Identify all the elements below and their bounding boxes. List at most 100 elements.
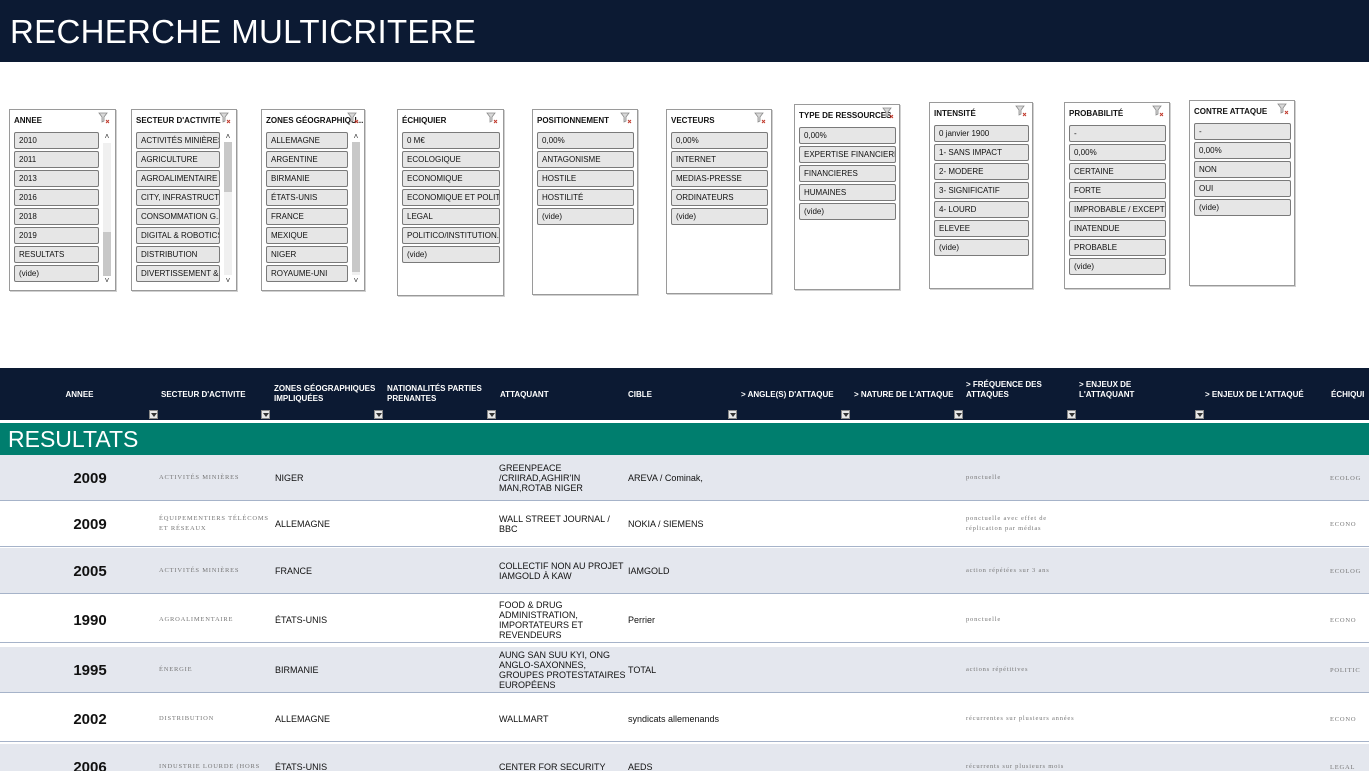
slicer-item[interactable]: 0,00% xyxy=(1194,142,1291,159)
clear-filter-icon[interactable] xyxy=(882,107,894,119)
sector-cell[interactable]: ACTIVITÉS MINIÈRES xyxy=(159,455,271,501)
nationalities-cell[interactable] xyxy=(387,548,495,594)
slicer-item[interactable]: POLITICO/INSTITUTION... xyxy=(402,227,500,244)
attacker-cell[interactable]: GREENPEACE /CRIIRAD,AGHIR'IN MAN,ROTAB N… xyxy=(499,455,627,501)
slicer-item[interactable]: ÉTATS-UNIS xyxy=(266,189,348,206)
scroll-thumb[interactable] xyxy=(352,142,360,272)
slicer-item[interactable]: (vide) xyxy=(537,208,634,225)
slicer-item[interactable]: LEGAL xyxy=(402,208,500,225)
scroll-up-icon[interactable]: ˄ xyxy=(351,132,361,142)
frequency-cell[interactable]: récurrents sur plusieurs mois xyxy=(966,744,1078,771)
slicer-item[interactable]: RESULTATS xyxy=(14,246,99,263)
slicer-item[interactable]: INATENDUE xyxy=(1069,220,1166,237)
year-cell[interactable]: 1995 xyxy=(0,647,180,693)
year-cell[interactable]: 2002 xyxy=(0,696,180,742)
echiquier-cell[interactable]: POLITIC xyxy=(1330,647,1369,693)
slicer-item[interactable]: ALLEMAGNE xyxy=(266,132,348,149)
slicer-item[interactable]: ECONOMIQUE ET POLIT... xyxy=(402,189,500,206)
sector-cell[interactable]: ACTIVITÉS MINIÈRES xyxy=(159,548,271,594)
frequency-cell[interactable]: ponctuelle xyxy=(966,597,1078,643)
attacker-cell[interactable]: WALL STREET JOURNAL / BBC xyxy=(499,501,627,547)
clear-filter-icon[interactable] xyxy=(486,112,498,124)
clear-filter-icon[interactable] xyxy=(1015,105,1027,117)
slicer-item[interactable]: (vide) xyxy=(671,208,768,225)
slicer-item[interactable]: 2- MODERE xyxy=(934,163,1029,180)
scroll-down-icon[interactable]: ˅ xyxy=(351,276,361,286)
slicer-item[interactable]: MEXIQUE xyxy=(266,227,348,244)
table-row[interactable]: 2006 INDUSTRIE LOURDE (HORS ÉTATS-UNIS CENT… xyxy=(0,744,1369,771)
scroll-down-icon[interactable]: ˅ xyxy=(102,276,112,286)
echiquier-cell[interactable]: ECOLOG xyxy=(1330,455,1369,501)
slicer-item[interactable]: ANTAGONISME xyxy=(537,151,634,168)
slicer-item[interactable]: ROYAUME-UNI xyxy=(266,265,348,282)
slicer-item[interactable]: CITY, INFRASTRUCT... xyxy=(136,189,220,206)
nationalities-cell[interactable] xyxy=(387,744,495,771)
table-row[interactable]: 1995 ÉNERGIE BIRMANIE AUNG SAN SUU KYI, ONG… xyxy=(0,647,1369,693)
slicer-item[interactable]: DISTRIBUTION xyxy=(136,246,220,263)
zone-cell[interactable]: BIRMANIE xyxy=(275,647,383,693)
table-row[interactable]: 2009 ACTIVITÉS MINIÈRES NIGER GREENPEACE /C… xyxy=(0,455,1369,501)
zone-cell[interactable]: FRANCE xyxy=(275,548,383,594)
slicer-item[interactable]: FRANCE xyxy=(266,208,348,225)
filter-dropdown-icon[interactable] xyxy=(1195,410,1204,419)
slicer-item[interactable]: (vide) xyxy=(1194,199,1291,216)
sector-cell[interactable]: INDUSTRIE LOURDE (HORS xyxy=(159,744,271,771)
filter-dropdown-icon[interactable] xyxy=(487,410,496,419)
slicer-item[interactable]: AGROALIMENTAIRE xyxy=(136,170,220,187)
slicer-item[interactable]: 2011 xyxy=(14,151,99,168)
year-cell[interactable]: 2009 xyxy=(0,455,180,501)
slicer-item[interactable]: 2010 xyxy=(14,132,99,149)
frequency-cell[interactable]: ponctuelle xyxy=(966,455,1078,501)
echiquier-cell[interactable]: ECONO xyxy=(1330,501,1369,547)
sector-cell[interactable]: AGROALIMENTAIRE xyxy=(159,597,271,643)
nationalities-cell[interactable] xyxy=(387,597,495,643)
slicer-item[interactable]: 3- SIGNIFICATIF xyxy=(934,182,1029,199)
filter-dropdown-icon[interactable] xyxy=(261,410,270,419)
clear-filter-icon[interactable] xyxy=(219,112,231,124)
slicer-item[interactable]: 0 M€ xyxy=(402,132,500,149)
clear-filter-icon[interactable] xyxy=(98,112,110,124)
slicer-item[interactable]: 2016 xyxy=(14,189,99,206)
frequency-cell[interactable]: action répétées sur 3 ans xyxy=(966,548,1078,594)
slicer-item[interactable]: CERTAINE xyxy=(1069,163,1166,180)
table-row[interactable]: 2002 DISTRIBUTION ALLEMAGNE WALLMART syndica… xyxy=(0,696,1369,742)
slicer-item[interactable]: (vide) xyxy=(1069,258,1166,275)
slicer-item[interactable]: HOSTILITÉ xyxy=(537,189,634,206)
frequency-cell[interactable]: ponctuelle avec effet de réplication par… xyxy=(966,501,1078,547)
slicer-item[interactable]: (vide) xyxy=(799,203,896,220)
slicer-item[interactable]: MEDIAS-PRESSE xyxy=(671,170,768,187)
frequency-cell[interactable]: récurrentes sur plusieurs années xyxy=(966,696,1078,742)
attacker-cell[interactable]: FOOD & DRUG ADMINISTRATION, IMPORTATEURS… xyxy=(499,597,627,643)
frequency-cell[interactable]: actions répétitives xyxy=(966,647,1078,693)
slicer-item[interactable]: AGRICULTURE xyxy=(136,151,220,168)
scroll-up-icon[interactable]: ˄ xyxy=(223,132,233,142)
echiquier-cell[interactable]: ECONO xyxy=(1330,597,1369,643)
table-row[interactable]: 1990 AGROALIMENTAIRE ÉTATS-UNIS FOOD & DRUG… xyxy=(0,597,1369,643)
attacker-cell[interactable]: CENTER FOR SECURITY xyxy=(499,744,627,771)
slicer-item[interactable]: ECOLOGIQUE xyxy=(402,151,500,168)
slicer-item[interactable]: PROBABLE xyxy=(1069,239,1166,256)
slicer-item[interactable]: CONSOMMATION G... xyxy=(136,208,220,225)
slicer-item[interactable]: BIRMANIE xyxy=(266,170,348,187)
target-cell[interactable]: NOKIA / SIEMENS xyxy=(628,501,738,547)
target-cell[interactable]: TOTAL xyxy=(628,647,738,693)
target-cell[interactable]: AEDS xyxy=(628,744,738,771)
slicer-item[interactable]: 0,00% xyxy=(671,132,768,149)
echiquier-cell[interactable]: LEGAL xyxy=(1330,744,1369,771)
target-cell[interactable]: IAMGOLD xyxy=(628,548,738,594)
nationalities-cell[interactable] xyxy=(387,647,495,693)
slicer-item[interactable]: 2018 xyxy=(14,208,99,225)
slicer-item[interactable]: 0,00% xyxy=(799,127,896,144)
nationalities-cell[interactable] xyxy=(387,455,495,501)
zone-cell[interactable]: ALLEMAGNE xyxy=(275,696,383,742)
slicer-item[interactable]: OUI xyxy=(1194,180,1291,197)
scroll-thumb[interactable] xyxy=(224,142,232,192)
nationalities-cell[interactable] xyxy=(387,501,495,547)
slicer-item[interactable]: 0 janvier 1900 xyxy=(934,125,1029,142)
slicer-item[interactable]: 1- SANS IMPACT xyxy=(934,144,1029,161)
zone-cell[interactable]: ÉTATS-UNIS xyxy=(275,597,383,643)
filter-dropdown-icon[interactable] xyxy=(1067,410,1076,419)
clear-filter-icon[interactable] xyxy=(620,112,632,124)
slicer-item[interactable]: 0,00% xyxy=(1069,144,1166,161)
nationalities-cell[interactable] xyxy=(387,696,495,742)
